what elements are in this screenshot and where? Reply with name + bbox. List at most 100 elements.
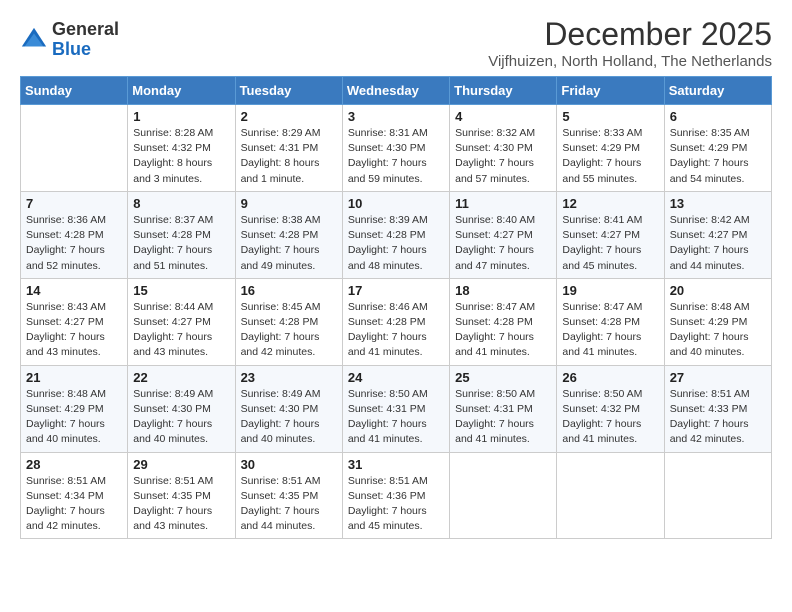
- calendar-cell: [21, 105, 128, 192]
- day-info: Sunrise: 8:50 AMSunset: 4:31 PMDaylight:…: [455, 387, 551, 448]
- day-number: 6: [670, 109, 766, 124]
- day-number: 30: [241, 457, 337, 472]
- day-info: Sunrise: 8:31 AMSunset: 4:30 PMDaylight:…: [348, 126, 444, 187]
- day-number: 27: [670, 370, 766, 385]
- day-number: 4: [455, 109, 551, 124]
- column-header-saturday: Saturday: [664, 77, 771, 105]
- logo: General Blue: [20, 20, 119, 60]
- day-number: 14: [26, 283, 122, 298]
- day-info: Sunrise: 8:32 AMSunset: 4:30 PMDaylight:…: [455, 126, 551, 187]
- day-number: 2: [241, 109, 337, 124]
- day-number: 24: [348, 370, 444, 385]
- day-info: Sunrise: 8:51 AMSunset: 4:33 PMDaylight:…: [670, 387, 766, 448]
- day-number: 23: [241, 370, 337, 385]
- calendar-cell: 25 Sunrise: 8:50 AMSunset: 4:31 PMDayligh…: [450, 365, 557, 452]
- calendar-cell: 26 Sunrise: 8:50 AMSunset: 4:32 PMDayligh…: [557, 365, 664, 452]
- day-number: 17: [348, 283, 444, 298]
- calendar-cell: 15Sunrise: 8:44 AMSunset: 4:27 PMDayligh…: [128, 278, 235, 365]
- calendar-week-row: 14Sunrise: 8:43 AMSunset: 4:27 PMDayligh…: [21, 278, 772, 365]
- calendar-cell: 20 Sunrise: 8:48 AMSunset: 4:29 PMDayligh…: [664, 278, 771, 365]
- calendar-week-row: 21 Sunrise: 8:48 AMSunset: 4:29 PMDayligh…: [21, 365, 772, 452]
- calendar-cell: 19 Sunrise: 8:47 AMSunset: 4:28 PMDayligh…: [557, 278, 664, 365]
- calendar-cell: [664, 452, 771, 539]
- calendar-cell: 11Sunrise: 8:40 AMSunset: 4:27 PMDayligh…: [450, 191, 557, 278]
- day-info: Sunrise: 8:35 AMSunset: 4:29 PMDaylight:…: [670, 126, 766, 187]
- calendar-cell: 12 Sunrise: 8:41 AMSunset: 4:27 PMDayligh…: [557, 191, 664, 278]
- column-header-sunday: Sunday: [21, 77, 128, 105]
- month-title: December 2025: [488, 16, 772, 53]
- calendar-cell: 4 Sunrise: 8:32 AMSunset: 4:30 PMDaylight…: [450, 105, 557, 192]
- day-number: 8: [133, 196, 229, 211]
- calendar-table: SundayMondayTuesdayWednesdayThursdayFrid…: [20, 76, 772, 539]
- day-number: 26: [562, 370, 658, 385]
- calendar-header-row: SundayMondayTuesdayWednesdayThursdayFrid…: [21, 77, 772, 105]
- day-number: 5: [562, 109, 658, 124]
- day-info: Sunrise: 8:42 AMSunset: 4:27 PMDaylight:…: [670, 213, 766, 274]
- calendar-cell: 17Sunrise: 8:46 AMSunset: 4:28 PMDayligh…: [342, 278, 449, 365]
- calendar-cell: 9 Sunrise: 8:38 AMSunset: 4:28 PMDaylight…: [235, 191, 342, 278]
- column-header-tuesday: Tuesday: [235, 77, 342, 105]
- day-number: 9: [241, 196, 337, 211]
- day-info: Sunrise: 8:51 AMSunset: 4:34 PMDaylight:…: [26, 474, 122, 535]
- calendar-cell: 1Sunrise: 8:28 AMSunset: 4:32 PMDaylight…: [128, 105, 235, 192]
- day-number: 31: [348, 457, 444, 472]
- day-number: 29: [133, 457, 229, 472]
- day-info: Sunrise: 8:48 AMSunset: 4:29 PMDaylight:…: [26, 387, 122, 448]
- calendar-cell: 10 Sunrise: 8:39 AMSunset: 4:28 PMDayligh…: [342, 191, 449, 278]
- day-info: Sunrise: 8:47 AMSunset: 4:28 PMDaylight:…: [455, 300, 551, 361]
- day-number: 28: [26, 457, 122, 472]
- page-header: General Blue December 2025 Vijfhuizen, N…: [20, 16, 772, 70]
- calendar-week-row: 1Sunrise: 8:28 AMSunset: 4:32 PMDaylight…: [21, 105, 772, 192]
- day-info: Sunrise: 8:48 AMSunset: 4:29 PMDaylight:…: [670, 300, 766, 361]
- day-info: Sunrise: 8:51 AMSunset: 4:35 PMDaylight:…: [241, 474, 337, 535]
- day-info: Sunrise: 8:49 AMSunset: 4:30 PMDaylight:…: [241, 387, 337, 448]
- calendar-cell: 8 Sunrise: 8:37 AMSunset: 4:28 PMDaylight…: [128, 191, 235, 278]
- calendar-cell: 29 Sunrise: 8:51 AMSunset: 4:35 PMDayligh…: [128, 452, 235, 539]
- calendar-cell: [557, 452, 664, 539]
- day-number: 21: [26, 370, 122, 385]
- day-number: 13: [670, 196, 766, 211]
- day-info: Sunrise: 8:45 AMSunset: 4:28 PMDaylight:…: [241, 300, 337, 361]
- day-info: Sunrise: 8:47 AMSunset: 4:28 PMDaylight:…: [562, 300, 658, 361]
- calendar-cell: 22Sunrise: 8:49 AMSunset: 4:30 PMDayligh…: [128, 365, 235, 452]
- day-info: Sunrise: 8:40 AMSunset: 4:27 PMDaylight:…: [455, 213, 551, 274]
- column-header-thursday: Thursday: [450, 77, 557, 105]
- logo-blue: Blue: [52, 39, 91, 59]
- column-header-friday: Friday: [557, 77, 664, 105]
- day-info: Sunrise: 8:44 AMSunset: 4:27 PMDaylight:…: [133, 300, 229, 361]
- day-info: Sunrise: 8:39 AMSunset: 4:28 PMDaylight:…: [348, 213, 444, 274]
- calendar-cell: 27 Sunrise: 8:51 AMSunset: 4:33 PMDayligh…: [664, 365, 771, 452]
- day-info: Sunrise: 8:38 AMSunset: 4:28 PMDaylight:…: [241, 213, 337, 274]
- day-number: 25: [455, 370, 551, 385]
- calendar-cell: 2 Sunrise: 8:29 AMSunset: 4:31 PMDaylight…: [235, 105, 342, 192]
- day-number: 10: [348, 196, 444, 211]
- calendar-cell: 28 Sunrise: 8:51 AMSunset: 4:34 PMDayligh…: [21, 452, 128, 539]
- day-info: Sunrise: 8:33 AMSunset: 4:29 PMDaylight:…: [562, 126, 658, 187]
- title-block: December 2025 Vijfhuizen, North Holland,…: [488, 16, 772, 70]
- day-number: 18: [455, 283, 551, 298]
- column-header-monday: Monday: [128, 77, 235, 105]
- day-number: 20: [670, 283, 766, 298]
- day-info: Sunrise: 8:50 AMSunset: 4:31 PMDaylight:…: [348, 387, 444, 448]
- location-subtitle: Vijfhuizen, North Holland, The Netherlan…: [488, 53, 772, 70]
- day-number: 12: [562, 196, 658, 211]
- logo-general: General: [52, 19, 119, 39]
- logo-icon: [20, 26, 48, 54]
- calendar-cell: 21 Sunrise: 8:48 AMSunset: 4:29 PMDayligh…: [21, 365, 128, 452]
- day-info: Sunrise: 8:28 AMSunset: 4:32 PMDaylight:…: [133, 126, 229, 187]
- day-info: Sunrise: 8:51 AMSunset: 4:35 PMDaylight:…: [133, 474, 229, 535]
- calendar-cell: 18 Sunrise: 8:47 AMSunset: 4:28 PMDayligh…: [450, 278, 557, 365]
- calendar-cell: 7Sunrise: 8:36 AMSunset: 4:28 PMDaylight…: [21, 191, 128, 278]
- calendar-cell: 6 Sunrise: 8:35 AMSunset: 4:29 PMDaylight…: [664, 105, 771, 192]
- calendar-cell: 30 Sunrise: 8:51 AMSunset: 4:35 PMDayligh…: [235, 452, 342, 539]
- day-info: Sunrise: 8:50 AMSunset: 4:32 PMDaylight:…: [562, 387, 658, 448]
- day-info: Sunrise: 8:29 AMSunset: 4:31 PMDaylight:…: [241, 126, 337, 187]
- day-info: Sunrise: 8:37 AMSunset: 4:28 PMDaylight:…: [133, 213, 229, 274]
- calendar-cell: [450, 452, 557, 539]
- day-number: 3: [348, 109, 444, 124]
- day-number: 16: [241, 283, 337, 298]
- day-number: 7: [26, 196, 122, 211]
- day-number: 19: [562, 283, 658, 298]
- day-info: Sunrise: 8:41 AMSunset: 4:27 PMDaylight:…: [562, 213, 658, 274]
- calendar-week-row: 7Sunrise: 8:36 AMSunset: 4:28 PMDaylight…: [21, 191, 772, 278]
